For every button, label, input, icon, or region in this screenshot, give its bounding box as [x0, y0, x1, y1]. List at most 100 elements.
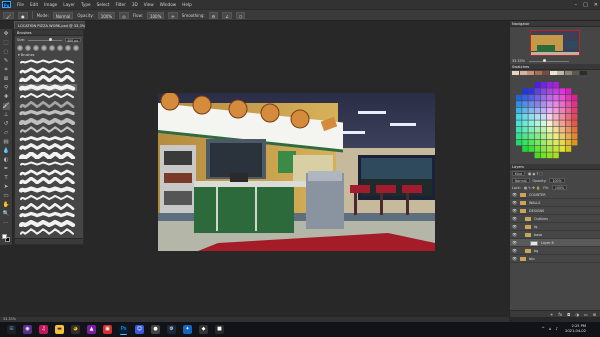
app-icon-red[interactable]: ▣ [103, 325, 112, 334]
brush-preset[interactable] [19, 109, 77, 116]
obs-icon[interactable]: ● [151, 325, 160, 334]
recent-brush-preset[interactable] [25, 45, 31, 51]
color-swatch[interactable] [564, 71, 572, 75]
healing-tool-icon[interactable]: ✚ [3, 94, 10, 101]
color-swatch[interactable] [527, 71, 534, 75]
color-swatch[interactable] [557, 71, 564, 75]
recent-brush-preset[interactable] [33, 45, 39, 51]
navigator-zoom-knob[interactable] [542, 59, 546, 62]
layer-row[interactable]: 👁 Layer 8 [510, 239, 600, 247]
visibility-eye-icon[interactable]: 👁 [512, 215, 517, 223]
lock-icons[interactable]: ▦ ✎ ✥ 🔒 [524, 186, 540, 190]
gradient-tool-icon[interactable]: ▤ [3, 139, 10, 146]
lasso-tool-icon[interactable]: ◌ [3, 49, 10, 56]
menu-window[interactable]: Window [157, 2, 180, 7]
adjustment-layer-icon[interactable]: ◑ [575, 312, 579, 317]
maximize-button[interactable]: □ [583, 2, 588, 8]
smoothing-settings-icon[interactable]: ⚙ [208, 11, 219, 19]
chrome-icon[interactable]: ◕ [71, 325, 80, 334]
app-icon-dark[interactable]: ■ [215, 325, 224, 334]
brush-preset[interactable] [19, 194, 77, 201]
menu-view[interactable]: View [141, 2, 157, 7]
opacity-field[interactable]: 100% [97, 11, 116, 19]
frame-tool-icon[interactable]: ⊠ [3, 76, 10, 83]
layer-group-row[interactable]: 👁 fg [510, 223, 600, 231]
app-icon-blue[interactable]: ✦ [183, 325, 192, 334]
layer-style-icon[interactable]: fx [558, 312, 562, 317]
color-swatch[interactable] [579, 71, 587, 75]
menu-edit[interactable]: Edit [27, 2, 41, 7]
visibility-eye-icon[interactable]: 👁 [512, 223, 517, 231]
visibility-eye-icon[interactable]: 👁 [512, 231, 517, 239]
quick-select-tool-icon[interactable]: ✎ [3, 58, 10, 65]
brush-preset[interactable] [19, 228, 77, 235]
recent-brush-preset[interactable] [49, 45, 55, 51]
color-swatch[interactable] [519, 71, 527, 75]
layer-kind-filter[interactable]: Kind [512, 171, 526, 176]
visibility-eye-icon[interactable]: 👁 [512, 199, 517, 207]
color-swatch[interactable] [542, 71, 549, 75]
brush-preset[interactable] [19, 117, 77, 125]
close-button[interactable]: ✕ [594, 2, 598, 8]
layer-group-row[interactable]: 👁 WALLS [510, 199, 600, 207]
dodge-tool-icon[interactable]: ◐ [3, 157, 10, 164]
blur-tool-icon[interactable]: 💧 [3, 148, 10, 155]
brush-preset[interactable] [19, 143, 77, 150]
visibility-eye-icon[interactable]: 👁 [512, 247, 517, 255]
new-group-icon[interactable]: ▭ [584, 312, 588, 317]
brush-preset[interactable] [19, 66, 77, 74]
recent-brush-preset[interactable] [41, 45, 47, 51]
menu-file[interactable]: File [14, 2, 27, 7]
brush-tool-preset-icon[interactable]: 🖌 [3, 11, 15, 19]
layer-fill-field[interactable]: 100% [551, 185, 568, 190]
color-swatch[interactable] [549, 71, 557, 75]
brush-preset[interactable] [19, 135, 77, 142]
recent-brush-preset[interactable] [17, 45, 23, 51]
history-brush-tool-icon[interactable]: ↺ [3, 121, 10, 128]
path-selection-tool-icon[interactable]: ➤ [3, 184, 10, 191]
brush-preset[interactable] [19, 177, 77, 184]
layer-group-row[interactable]: 👁 base [510, 231, 600, 239]
link-layers-icon[interactable]: ⚭ [550, 312, 553, 317]
visibility-eye-icon[interactable]: 👁 [512, 239, 517, 247]
canvas-area[interactable] [85, 21, 509, 317]
zoom-tool-icon[interactable]: 🔍 [3, 211, 10, 218]
color-swatch[interactable] [572, 71, 579, 75]
brush-size-slider[interactable] [28, 38, 63, 41]
brush-preset[interactable] [19, 160, 77, 167]
brush-preset[interactable] [19, 185, 77, 193]
visibility-eye-icon[interactable]: 👁 [512, 191, 517, 199]
network-icon[interactable]: ⌂ [549, 326, 552, 331]
menu-layer[interactable]: Layer [60, 2, 78, 7]
brush-preset[interactable] [19, 126, 77, 133]
brush-tool-icon[interactable]: 🖌 [2, 103, 10, 110]
brush-preset[interactable] [19, 202, 77, 210]
layer-group-row[interactable]: 👁 DESIGNS [510, 207, 600, 215]
layer-group-row[interactable]: 👁 Outlines [510, 215, 600, 223]
brush-preset[interactable] [19, 168, 77, 176]
brush-preset[interactable] [19, 211, 77, 218]
type-tool-icon[interactable]: T [3, 175, 10, 182]
app-icon-gray[interactable]: ◆ [199, 325, 208, 334]
brush-preset[interactable] [19, 219, 77, 227]
menu-3d[interactable]: 3D [129, 2, 141, 7]
brush-size-field[interactable]: 400 px [65, 38, 82, 43]
more-tools-icon[interactable]: ⋯ [3, 220, 10, 227]
chevron-up-icon[interactable]: ^ [542, 326, 545, 331]
status-zoom[interactable]: 33.33% [3, 317, 16, 321]
brush-size-slider-knob[interactable] [49, 38, 53, 41]
eraser-tool-icon[interactable]: ▱ [3, 130, 10, 137]
mode-select[interactable]: Normal [52, 11, 74, 19]
new-layer-icon[interactable]: ⊞ [593, 312, 596, 317]
recent-brush-preset[interactable] [65, 45, 71, 51]
layer-group-row[interactable]: 👁 COUNTER [510, 191, 600, 199]
menu-image[interactable]: Image [41, 2, 60, 7]
clone-stamp-tool-icon[interactable]: ⊥ [3, 112, 10, 119]
hand-tool-icon[interactable]: ✋ [3, 202, 10, 209]
recent-brush-preset[interactable] [57, 45, 63, 51]
brush-preset[interactable] [19, 83, 77, 91]
discord-icon[interactable]: ☺ [135, 325, 144, 334]
move-tool-icon[interactable]: ✥ [3, 31, 10, 38]
pen-tool-icon[interactable]: ✒ [3, 166, 10, 173]
layer-filter-icons[interactable]: ▣ ◉ T ⬚ [528, 172, 543, 176]
